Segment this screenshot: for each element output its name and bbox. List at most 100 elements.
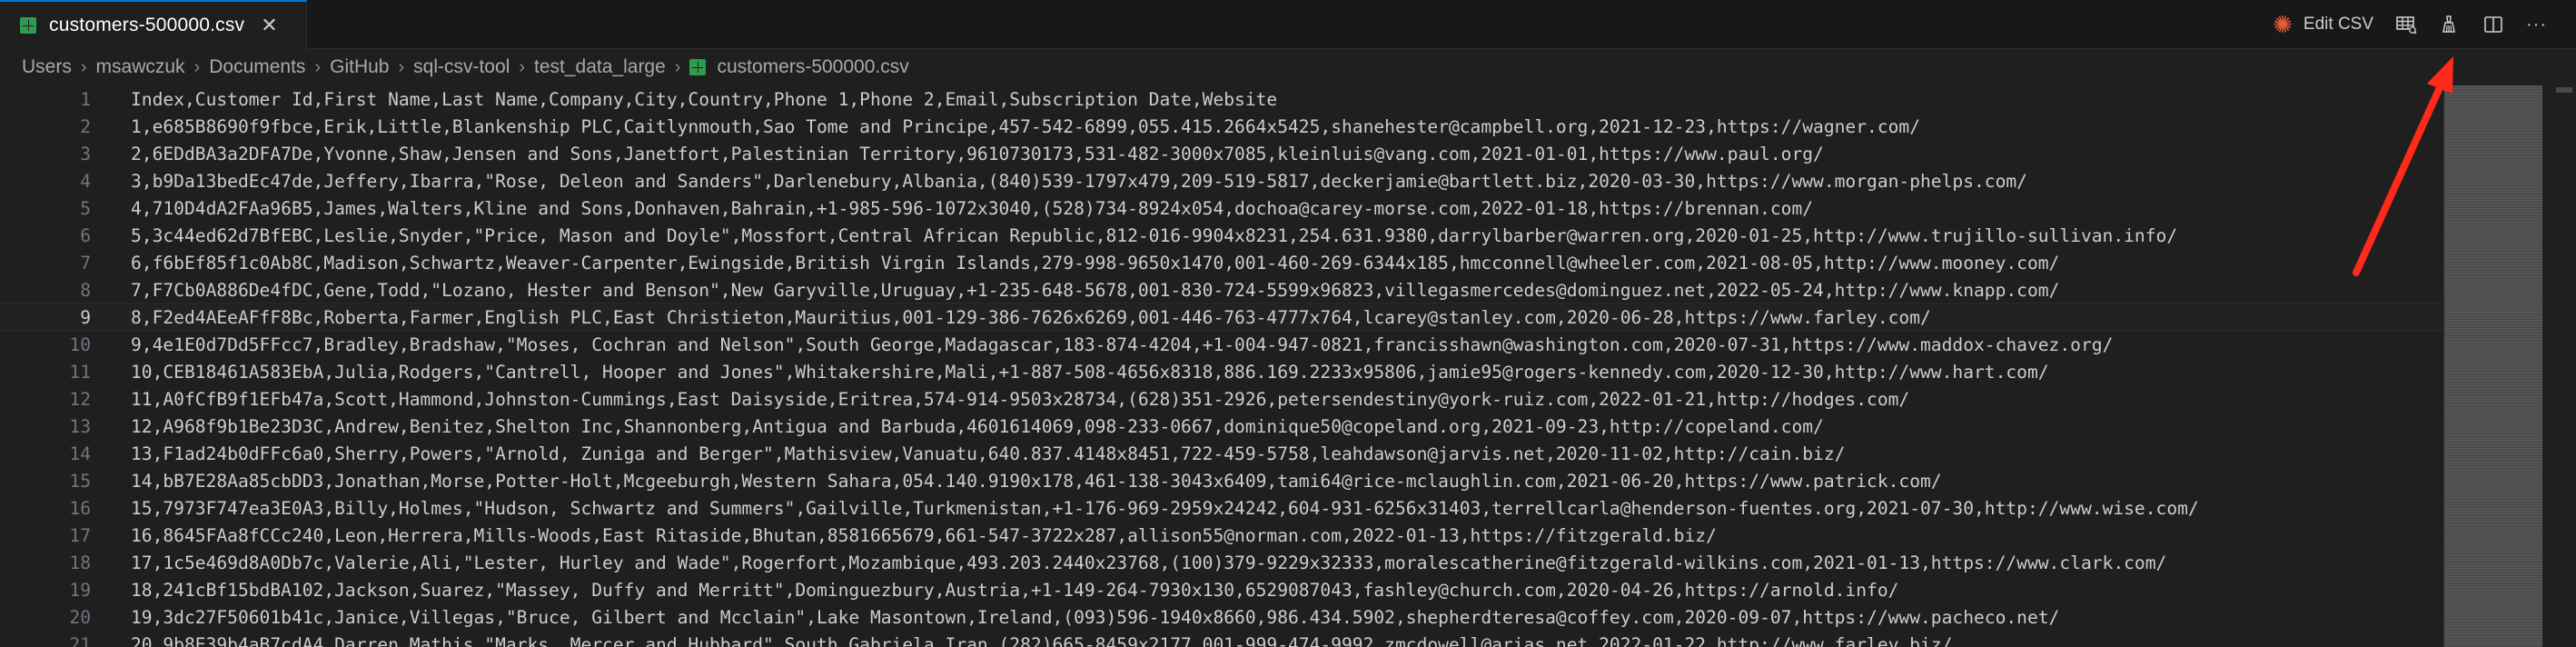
- extension-action-button[interactable]: [2428, 0, 2472, 49]
- chevron-right-icon: ›: [80, 56, 87, 77]
- line-number: 14: [69, 443, 91, 464]
- code-line[interactable]: 13 12,A968f9b1Be23D3C,Andrew,Benitez,Shel…: [0, 413, 2443, 440]
- line-number: 9: [80, 306, 91, 328]
- code-line[interactable]: 4 3,b9Da13bedEc47de,Jeffery,Ibarra,"Rose,…: [0, 167, 2443, 194]
- line-text: 10,CEB18461A583EbA,Julia,Rodgers,"Cantre…: [131, 361, 2049, 383]
- tab-label: customers-500000.csv: [49, 15, 245, 35]
- line-number: 17: [69, 524, 91, 546]
- code-line[interactable]: 3 2,6EDdBA3a2DFA7De,Yvonne,Shaw,Jensen an…: [0, 140, 2443, 167]
- open-preview-button[interactable]: [2384, 0, 2428, 49]
- chevron-right-icon: ›: [674, 56, 681, 77]
- line-number: 19: [69, 579, 91, 601]
- line-number: 20: [69, 606, 91, 628]
- line-text: Index,Customer Id,First Name,Last Name,C…: [131, 88, 1278, 110]
- tab-bar: customers-500000.csv ✕ ✺ Edit CSV ···: [0, 0, 2576, 49]
- code-line[interactable]: 18 17,1c5e469d8A0Db7c,Valerie,Ali,"Lester…: [0, 549, 2443, 576]
- breadcrumb-item-user[interactable]: msawczuk: [96, 56, 185, 78]
- code-line[interactable]: 12 11,A0fCfB9f1EFb47a,Scott,Hammond,Johns…: [0, 385, 2443, 413]
- line-text: 6,f6bEf85f1c0Ab8C,Madison,Schwartz,Weave…: [131, 252, 2060, 274]
- code-line[interactable]: 14 13,F1ad24b0dFFc6a0,Sherry,Powers,"Arno…: [0, 440, 2443, 467]
- code-line[interactable]: 2 1,e685B8690f9fbce,Erik,Little,Blankensh…: [0, 113, 2443, 140]
- code-line[interactable]: 6 5,3c44ed62d7BfEBC,Leslie,Snyder,"Price,…: [0, 222, 2443, 249]
- line-number: 7: [80, 252, 91, 274]
- line-text: 11,A0fCfB9f1EFb47a,Scott,Hammond,Johnsto…: [131, 388, 1910, 410]
- code-line[interactable]: 1 Index,Customer Id,First Name,Last Name,…: [0, 85, 2443, 113]
- code-line[interactable]: 7 6,f6bEf85f1c0Ab8C,Madison,Schwartz,Weav…: [0, 249, 2443, 276]
- line-number: 18: [69, 552, 91, 573]
- line-number: 10: [69, 333, 91, 355]
- line-text: 2,6EDdBA3a2DFA7De,Yvonne,Shaw,Jensen and…: [131, 143, 1824, 164]
- line-text: 5,3c44ed62d7BfEBC,Leslie,Snyder,"Price, …: [131, 224, 2178, 246]
- breadcrumb-item-documents[interactable]: Documents: [209, 56, 305, 78]
- code-line[interactable]: 16 15,7973F747ea3E0A3,Billy,Holmes,"Hudso…: [0, 494, 2443, 522]
- split-editor-icon: [2484, 16, 2502, 33]
- breadcrumb-item-file[interactable]: customers-500000.csv: [717, 56, 908, 78]
- more-actions-button[interactable]: ···: [2515, 0, 2558, 49]
- line-text: 4,710D4dA2FAa96B5,James,Walters,Kline an…: [131, 197, 1814, 219]
- line-text: 18,241cBf15bdBA102,Jackson,Suarez,"Masse…: [131, 579, 1899, 601]
- line-number: 15: [69, 470, 91, 492]
- line-number: 6: [80, 224, 91, 246]
- breadcrumb: Users › msawczuk › Documents › GitHub › …: [0, 51, 2576, 84]
- line-text: 16,8645FAa8fCCc240,Leon,Herrera,Mills-Wo…: [131, 524, 1717, 546]
- broom-icon: [2442, 15, 2455, 33]
- sparkle-icon: ✺: [2273, 11, 2293, 38]
- chevron-right-icon: ›: [193, 56, 201, 77]
- line-number: 13: [69, 415, 91, 437]
- code-line[interactable]: 21 20,9b8E39b4aB7cdA4,Darren,Mathis,"Mark…: [0, 631, 2443, 647]
- code-line[interactable]: 11 10,CEB18461A583EbA,Julia,Rodgers,"Cant…: [0, 358, 2443, 385]
- line-text: 14,bB7E28Aa85cbDD3,Jonathan,Morse,Potter…: [131, 470, 1942, 492]
- scrollbar-thumb[interactable]: [2556, 87, 2572, 93]
- code-line[interactable]: 17 16,8645FAa8fCCc240,Leon,Herrera,Mills-…: [0, 522, 2443, 549]
- line-text: 17,1c5e469d8A0Db7c,Valerie,Ali,"Lester, …: [131, 552, 2167, 573]
- line-number: 3: [80, 143, 91, 164]
- tab-customers-csv[interactable]: customers-500000.csv ✕: [0, 0, 307, 49]
- chevron-right-icon: ›: [314, 56, 322, 77]
- table-preview-icon: [2396, 16, 2417, 35]
- line-text: 13,F1ad24b0dFFc6a0,Sherry,Powers,"Arnold…: [131, 443, 1846, 464]
- breadcrumb-item-github[interactable]: GitHub: [330, 56, 389, 78]
- line-number: 8: [80, 279, 91, 301]
- code-line[interactable]: 20 19,3dc27F50601b41c,Janice,Villegas,"Br…: [0, 603, 2443, 631]
- edit-csv-button[interactable]: ✺ Edit CSV: [2262, 0, 2384, 49]
- code-line[interactable]: 5 4,710D4dA2FAa96B5,James,Walters,Kline a…: [0, 194, 2443, 222]
- minimap-slider[interactable]: [2444, 85, 2542, 647]
- line-number: 12: [69, 388, 91, 410]
- line-number: 11: [69, 361, 91, 383]
- code-line[interactable]: 9 8,F2ed4AEeAFfF8Bc,Roberta,Farmer,Englis…: [0, 303, 2443, 332]
- code-editor[interactable]: 1 Index,Customer Id,First Name,Last Name,…: [0, 85, 2443, 647]
- code-line[interactable]: 8 7,F7Cb0A886De4fDC,Gene,Todd,"Lozano, He…: [0, 276, 2443, 304]
- line-text: 12,A968f9b1Be23D3C,Andrew,Benitez,Shelto…: [131, 415, 1824, 437]
- line-number: 4: [80, 170, 91, 192]
- line-text: 7,F7Cb0A886De4fDC,Gene,Todd,"Lozano, Hes…: [131, 279, 2060, 301]
- ellipsis-icon: ···: [2526, 14, 2547, 35]
- line-text: 1,e685B8690f9fbce,Erik,Little,Blankenshi…: [131, 115, 1921, 137]
- code-line[interactable]: 10 9,4e1E0d7Dd5FFcc7,Bradley,Bradshaw,"Mo…: [0, 331, 2443, 358]
- chevron-right-icon: ›: [519, 56, 526, 77]
- editor-toolbar: ✺ Edit CSV ···: [2262, 0, 2558, 49]
- chevron-right-icon: ›: [398, 56, 405, 77]
- line-number: 5: [80, 197, 91, 219]
- line-number: 16: [69, 497, 91, 519]
- csv-file-icon: [689, 59, 707, 75]
- vertical-scrollbar[interactable]: [2552, 85, 2576, 647]
- edit-csv-label: Edit CSV: [2303, 15, 2374, 34]
- line-text: 3,b9Da13bedEc47de,Jeffery,Ibarra,"Rose, …: [131, 170, 2027, 192]
- line-text: 20,9b8E39b4aB7cdA4,Darren,Mathis,"Marks,…: [131, 633, 1953, 647]
- close-icon[interactable]: ✕: [261, 15, 277, 35]
- breadcrumb-item-users[interactable]: Users: [22, 56, 72, 78]
- line-number: 21: [69, 633, 91, 647]
- breadcrumb-item-folder[interactable]: test_data_large: [534, 56, 666, 78]
- line-text: 9,4e1E0d7Dd5FFcc7,Bradley,Bradshaw,"Mose…: [131, 333, 2114, 355]
- line-number: 1: [80, 88, 91, 110]
- code-line[interactable]: 15 14,bB7E28Aa85cbDD3,Jonathan,Morse,Pott…: [0, 467, 2443, 494]
- editor-window: customers-500000.csv ✕ ✺ Edit CSV ··· Us…: [0, 0, 2576, 647]
- code-line[interactable]: 19 18,241cBf15bdBA102,Jackson,Suarez,"Mas…: [0, 576, 2443, 603]
- line-text: 8,F2ed4AEeAFfF8Bc,Roberta,Farmer,English…: [131, 306, 1931, 328]
- csv-file-icon: [20, 17, 36, 34]
- line-text: 19,3dc27F50601b41c,Janice,Villegas,"Bruc…: [131, 606, 2060, 628]
- breadcrumb-item-repo[interactable]: sql-csv-tool: [413, 56, 510, 78]
- line-number: 2: [80, 115, 91, 137]
- line-text: 15,7973F747ea3E0A3,Billy,Holmes,"Hudson,…: [131, 497, 2199, 519]
- split-editor-button[interactable]: [2472, 0, 2515, 49]
